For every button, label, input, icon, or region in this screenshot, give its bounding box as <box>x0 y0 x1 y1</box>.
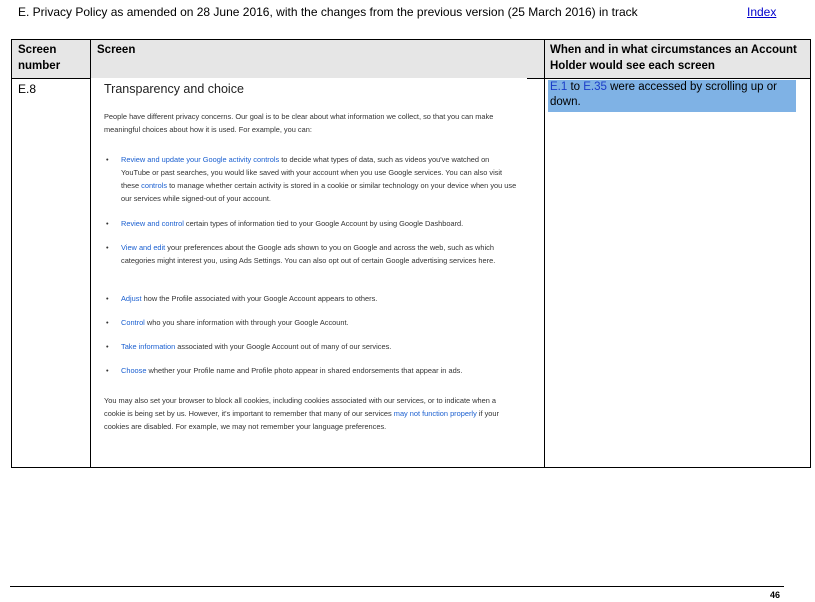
view-edit-link[interactable]: View and edit <box>121 243 165 252</box>
policy-screenshot: Transparency and choice People have diff… <box>91 78 527 467</box>
bullet: • <box>106 318 109 327</box>
item-text: who you share information with through y… <box>144 318 349 327</box>
header-circumstances: When and in what circumstances an Accoun… <box>550 44 797 72</box>
adjust-link[interactable]: Adjust <box>121 294 142 303</box>
item-text: how the Profile associated with your Goo… <box>141 294 378 303</box>
control-link[interactable]: Control <box>121 318 145 327</box>
item-text: to manage whether certain activity is st… <box>121 181 517 203</box>
item-text: associated with your Google Account out … <box>175 342 392 351</box>
may-not-function-link[interactable]: may not function properly <box>394 409 477 418</box>
page-number: 46 <box>770 590 781 600</box>
section-heading: Transparency and choice <box>104 82 244 96</box>
intro-paragraph: People have different privacy concerns. … <box>104 112 494 134</box>
column-divider <box>544 40 545 467</box>
document-title: E. Privacy Policy as amended on 28 June … <box>18 5 638 19</box>
header-screen-number: Screen number <box>18 44 61 72</box>
header-screen: Screen <box>97 44 136 56</box>
review-control-link[interactable]: Review and control <box>121 219 184 228</box>
screen-ref-end[interactable]: E.35 <box>583 81 607 93</box>
controls-link[interactable]: controls <box>141 181 167 190</box>
bullet: • <box>106 294 109 303</box>
evidence-table: Screen number Screen When and in what ci… <box>11 39 811 468</box>
activity-controls-link[interactable]: Review and update your Google activity c… <box>121 155 279 164</box>
item-text: certain types of information tied to you… <box>183 219 464 228</box>
bullet: • <box>106 342 109 351</box>
cookies-paragraph: You may also set your browser to block a… <box>104 394 519 433</box>
screen-ref-start[interactable]: E.1 <box>550 81 567 93</box>
bullet: • <box>106 243 109 252</box>
bullet: • <box>106 219 109 228</box>
choose-link[interactable]: Choose <box>121 366 146 375</box>
circumstance-cell: E.1 to E.35 were accessed by scrolling u… <box>548 80 796 112</box>
index-link[interactable]: Index <box>747 5 776 19</box>
table-header-row: Screen number Screen When and in what ci… <box>12 40 810 79</box>
screen-number-cell: E.8 <box>18 82 37 96</box>
item-text: whether your Profile name and Profile ph… <box>146 366 463 375</box>
bullet: • <box>106 366 109 375</box>
footer-divider <box>10 586 784 587</box>
bullet: • <box>106 155 109 164</box>
take-information-link[interactable]: Take information <box>121 342 175 351</box>
circumstance-connector: to <box>567 81 584 93</box>
item-text: your preferences about the Google ads sh… <box>121 243 496 265</box>
